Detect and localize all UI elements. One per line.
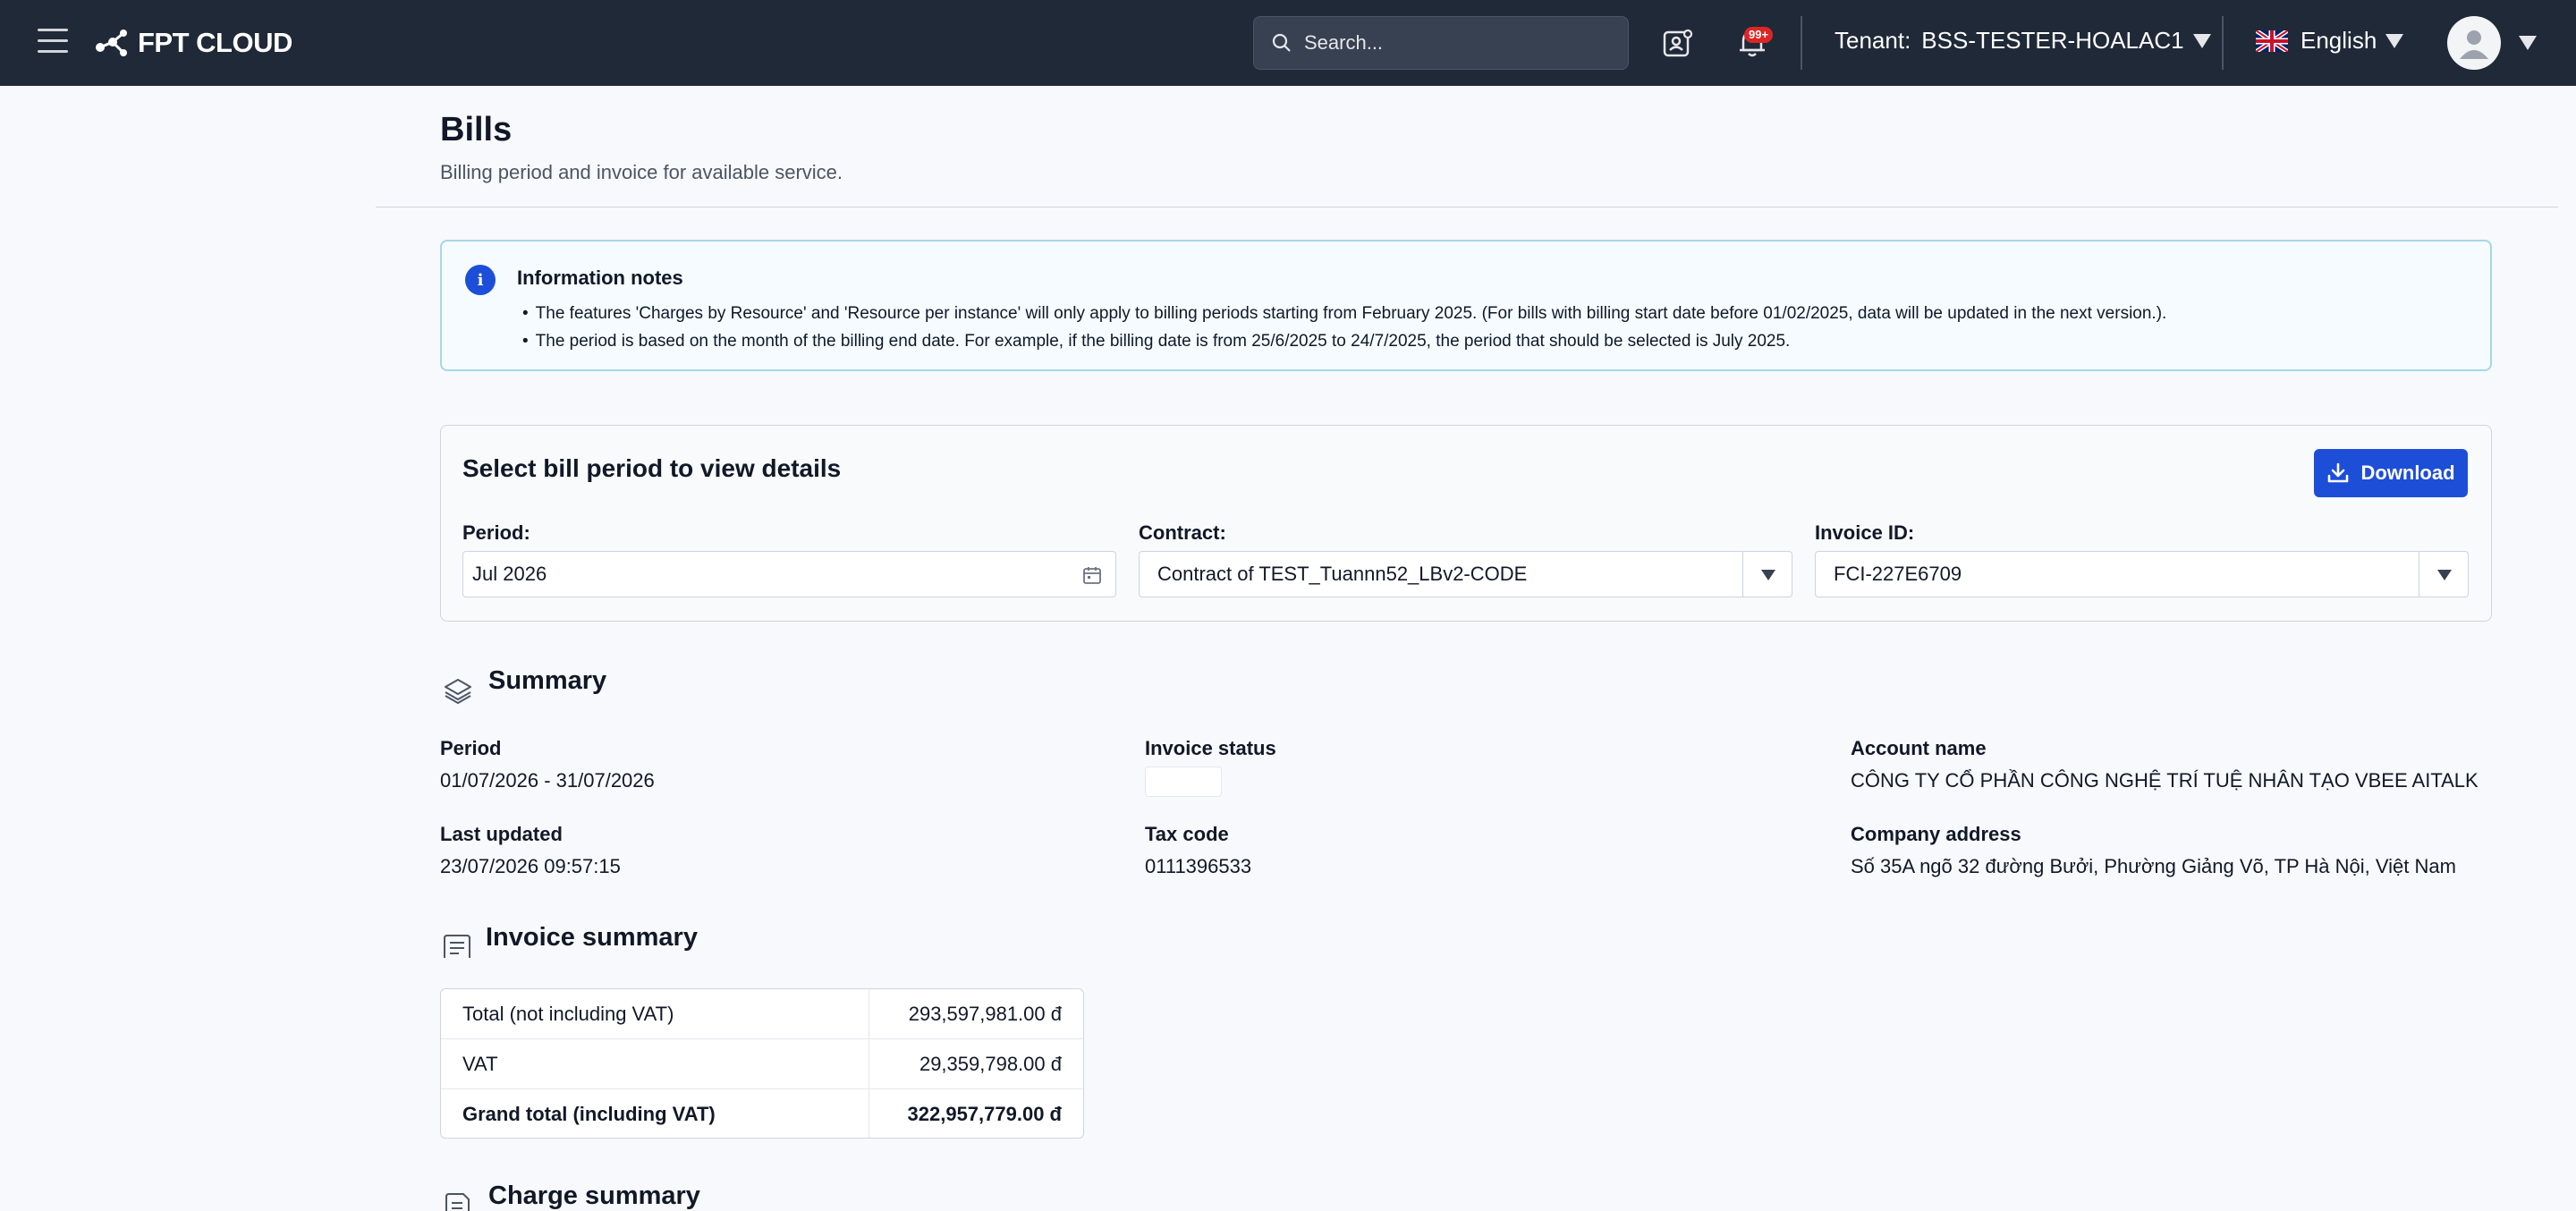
period-value: Jul 2026 — [472, 563, 547, 585]
brand-logo[interactable]: FPT CLOUD — [95, 23, 292, 63]
download-button[interactable]: Download — [2314, 449, 2468, 497]
contract-label: Contract: — [1139, 521, 1226, 544]
menu-icon[interactable] — [38, 29, 68, 55]
user-avatar[interactable] — [2447, 16, 2501, 70]
navbar-divider — [2222, 16, 2224, 70]
invoice-summary-table: Total (not including VAT) 293,597,981.00… — [440, 988, 1084, 1139]
invoice-id-select[interactable]: FCI-227E6709 — [1815, 551, 2469, 597]
search-input[interactable] — [1304, 31, 1608, 55]
tax-code-label: Tax code — [1145, 823, 1229, 845]
info-title: Information notes — [517, 267, 683, 289]
row-label: Total (not including VAT) — [441, 989, 869, 1038]
invoice-id-label: Invoice ID: — [1815, 521, 1915, 544]
charge-summary-title: Charge summary — [488, 1181, 700, 1210]
download-label: Download — [2360, 462, 2455, 484]
download-icon — [2328, 462, 2349, 483]
period-summary-label: Period — [440, 737, 502, 759]
chevron-down-icon[interactable] — [2519, 36, 2537, 50]
uk-flag-icon — [2256, 30, 2288, 52]
table-row: Grand total (including VAT) 322,957,779.… — [441, 1089, 1083, 1138]
invoice-id-value: FCI-227E6709 — [1834, 563, 1962, 585]
information-notes: i Information notes The features 'Charge… — [440, 240, 2492, 371]
row-value: 29,359,798.00 đ — [919, 1052, 1062, 1075]
chevron-down-icon — [1761, 570, 1775, 580]
receipt-icon — [444, 935, 470, 958]
bill-period-title: Select bill period to view details — [462, 454, 842, 482]
tenant-label: Tenant: — [1835, 27, 1911, 54]
logo-icon — [96, 30, 127, 56]
invoice-status-badge — [1145, 766, 1222, 797]
calendar-icon[interactable] — [1081, 564, 1103, 586]
invoice-status-label: Invoice status — [1145, 737, 1276, 759]
period-label: Period: — [462, 521, 530, 544]
table-row: Total (not including VAT) 293,597,981.00… — [441, 989, 1083, 1039]
chevron-down-icon — [2437, 570, 2452, 580]
select-separator — [1742, 552, 1743, 597]
invoice-summary-title: Invoice summary — [486, 923, 698, 952]
chevron-down-icon — [2192, 33, 2211, 48]
language-label: English — [2301, 27, 2377, 54]
navbar-divider — [1801, 16, 1802, 70]
info-note: The features 'Charges by Resource' and '… — [535, 304, 2167, 324]
search-icon — [1272, 33, 1291, 52]
period-summary-value: 01/07/2026 - 31/07/2026 — [440, 769, 655, 792]
language-selector[interactable]: English — [2256, 27, 2404, 55]
tenant-selector[interactable]: Tenant: BSS-TESTER-HOALAC1 — [1835, 27, 2211, 55]
info-icon: i — [465, 265, 496, 295]
bill-period-card: Select bill period to view details Downl… — [440, 425, 2492, 622]
top-navbar: FPT CLOUD 99+ Tenant: BSS-TESTER-HOALAC1 — [0, 0, 2576, 86]
row-value: 293,597,981.00 đ — [908, 1002, 1062, 1025]
period-picker[interactable]: Jul 2026 — [462, 551, 1116, 597]
summary-title: Summary — [488, 666, 607, 695]
table-row: VAT 29,359,798.00 đ — [441, 1039, 1083, 1089]
row-label: VAT — [441, 1039, 869, 1088]
company-address-value: Số 35A ngõ 32 đường Bưởi, Phường Giảng V… — [1851, 855, 2456, 877]
brand-name: FPT CLOUD — [138, 27, 292, 58]
user-icon — [2460, 30, 2488, 59]
last-updated-value: 23/07/2026 09:57:15 — [440, 855, 621, 877]
document-icon — [445, 1193, 470, 1211]
contract-select[interactable]: Contract of TEST_Tuannn52_LBv2-CODE — [1139, 551, 1792, 597]
contact-card-icon[interactable] — [1659, 25, 1695, 61]
last-updated-label: Last updated — [440, 823, 563, 845]
search-box[interactable] — [1253, 16, 1629, 70]
row-value: 322,957,779.00 đ — [907, 1103, 1062, 1125]
account-name-value: CÔNG TY CỔ PHẦN CÔNG NGHỆ TRÍ TUỆ NHÂN T… — [1851, 769, 2479, 792]
page-subtitle: Billing period and invoice for available… — [440, 161, 843, 183]
layers-icon — [445, 679, 471, 704]
page-title: Bills — [440, 111, 513, 148]
tax-code-value: 0111396533 — [1145, 855, 1252, 877]
info-note: The period is based on the month of the … — [535, 332, 2166, 351]
company-address-label: Company address — [1851, 823, 2021, 845]
account-name-label: Account name — [1851, 737, 1987, 759]
row-label: Grand total (including VAT) — [441, 1089, 869, 1138]
contract-value: Contract of TEST_Tuannn52_LBv2-CODE — [1157, 563, 1528, 585]
notification-badge: 99+ — [1744, 27, 1774, 43]
chevron-down-icon — [2385, 33, 2404, 48]
info-list: The features 'Charges by Resource' and '… — [535, 304, 2167, 360]
tenant-value: BSS-TESTER-HOALAC1 — [1921, 27, 2184, 54]
